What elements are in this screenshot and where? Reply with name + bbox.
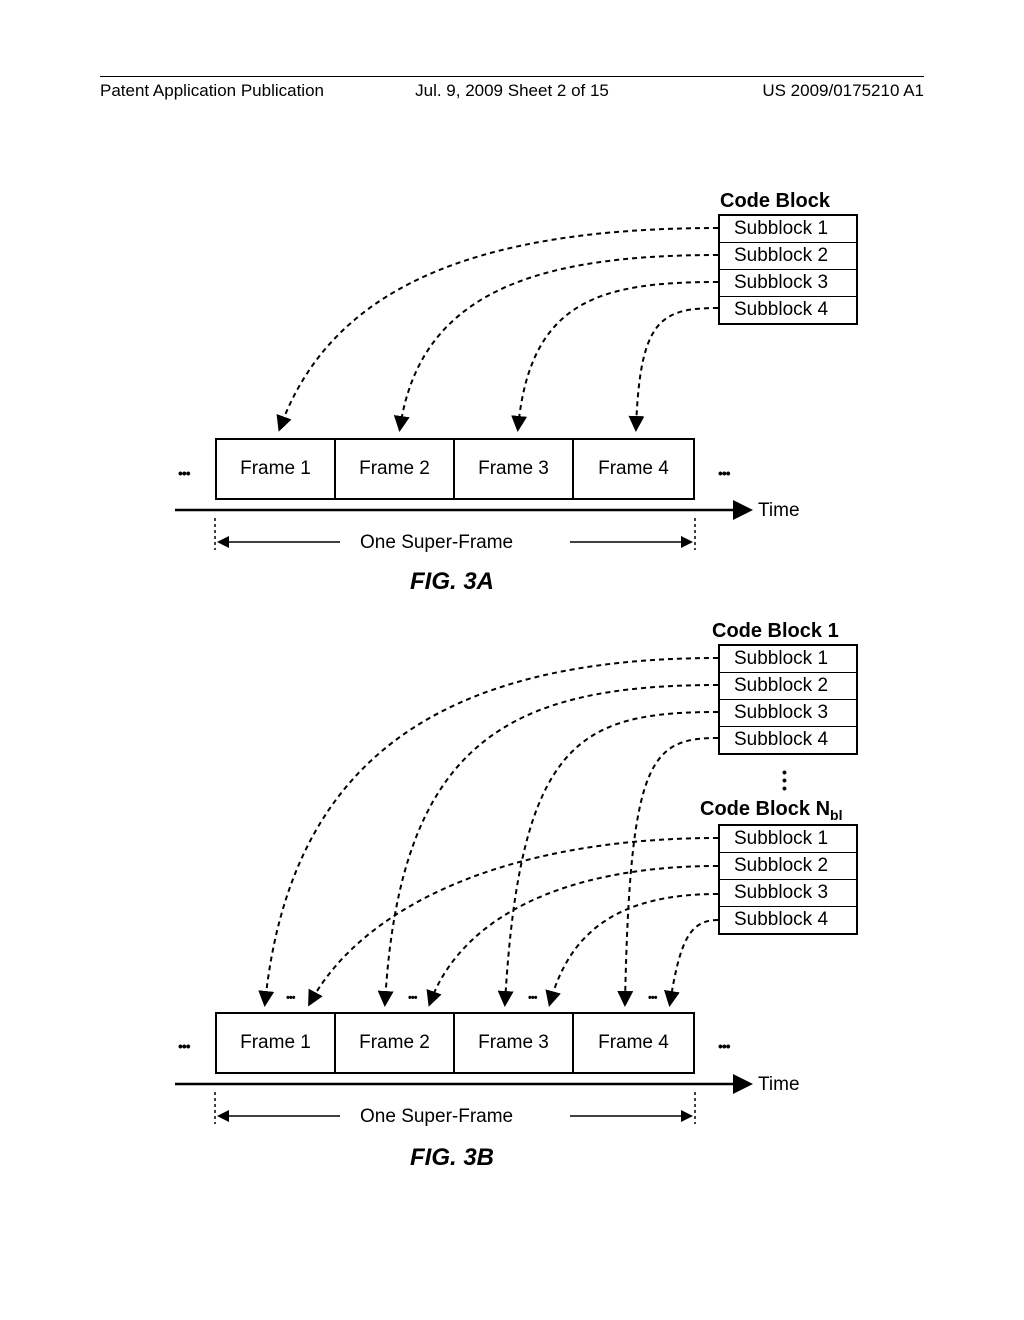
page-header: Patent Application Publication Jul. 9, 2… (100, 76, 924, 107)
fig-caption-a: FIG. 3A (410, 568, 494, 596)
figure-3b: Code Block 1 Subblock 1 Subblock 2 Subbl… (0, 620, 1024, 1240)
header-left: Patent Application Publication (100, 81, 324, 101)
fig-b-svg (0, 620, 1024, 1240)
super-frame-label-b: One Super-Frame (360, 1106, 513, 1128)
figure-3a: Code Block Subblock 1 Subblock 2 Subbloc… (0, 190, 1024, 610)
header-mid: Jul. 9, 2009 Sheet 2 of 15 (415, 81, 609, 101)
time-label-b: Time (758, 1074, 800, 1096)
fig-caption-b: FIG. 3B (410, 1144, 494, 1172)
header-right: US 2009/0175210 A1 (762, 81, 924, 101)
time-label-a: Time (758, 500, 800, 522)
super-frame-label-a: One Super-Frame (360, 532, 513, 554)
